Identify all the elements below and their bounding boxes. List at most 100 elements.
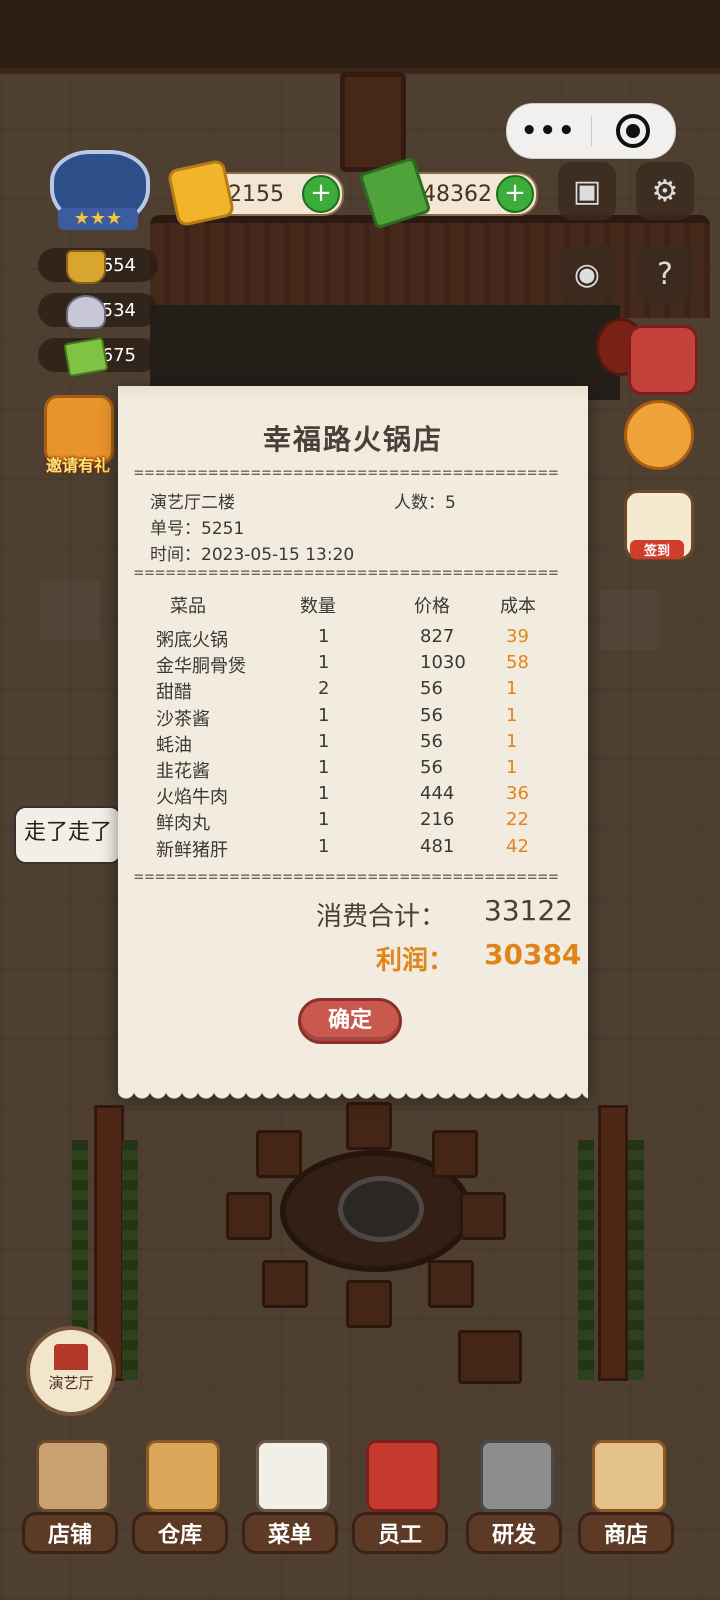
divider: ======================================== — [134, 870, 560, 884]
more-menu-button[interactable]: ••• — [507, 116, 591, 146]
order-time: 时间：2023-05-15 13:20 — [150, 545, 355, 565]
nav-item-warehouse[interactable]: 仓库 — [132, 1440, 228, 1580]
order-item-row: 鲜肉丸 1 216 22 — [118, 809, 588, 835]
cloche-icon — [66, 295, 106, 329]
recipe-book-icon — [63, 336, 109, 378]
order-number: 单号：5251 — [150, 519, 245, 539]
location: 演艺厅二楼 — [150, 493, 235, 513]
restaurant-name: 幸福路火锅店 — [262, 423, 443, 456]
order-item-row: 金华胴骨煲 1 1030 58 — [118, 652, 588, 678]
item-cost: 1 — [506, 678, 518, 700]
customer-speech-bubble: 走了走了 — [14, 806, 122, 864]
eye-icon: ◉ — [573, 256, 601, 292]
item-cost: 58 — [506, 652, 529, 674]
item-price: 827 — [420, 626, 455, 647]
order-item-row: 沙茶酱 1 56 1 — [118, 705, 588, 731]
item-qty: 1 — [318, 835, 330, 857]
nav-item-shop[interactable]: 店铺 — [22, 1440, 118, 1580]
nav-label: 店铺 — [22, 1512, 118, 1554]
nav-label: 员工 — [352, 1512, 448, 1554]
item-price: 1030 — [420, 652, 466, 674]
checkin-label: 签到 — [630, 540, 684, 559]
nav-item-store[interactable]: 商店 — [578, 1440, 674, 1580]
nav-label: 菜单 — [242, 1512, 338, 1554]
camera-icon: ▣ — [572, 173, 602, 209]
divider: ======================================== — [134, 566, 560, 580]
stat-recipes: 9675 — [38, 336, 158, 378]
close-miniprogram-button[interactable] — [592, 114, 676, 148]
stat-dishes: 1534 — [38, 293, 158, 329]
column-header-item: 菜品 — [170, 596, 206, 617]
people-count: 人数：5 — [394, 493, 456, 513]
item-cost: 1 — [506, 730, 518, 752]
item-price: 56 — [420, 730, 443, 752]
wok-icon — [480, 1440, 554, 1512]
column-header-qty: 数量 — [300, 596, 336, 617]
item-name: 粥底火锅 — [156, 630, 228, 651]
item-price: 56 — [420, 678, 443, 700]
nav-label: 仓库 — [132, 1512, 228, 1554]
item-name: 火焰牛肉 — [156, 787, 228, 809]
order-item-row: 韭花酱 1 56 1 — [118, 757, 588, 783]
settings-button[interactable]: ⚙ — [636, 162, 694, 220]
item-cost: 22 — [506, 809, 529, 831]
cash-counter: 648362 + — [358, 156, 538, 230]
temple-icon — [54, 1344, 88, 1370]
order-item-row: 火焰牛肉 1 444 36 — [118, 783, 588, 809]
item-price: 444 — [420, 783, 455, 805]
camera-button[interactable]: ▣ — [558, 162, 616, 220]
gold-counter: 2155 + — [166, 158, 344, 228]
item-name: 韭花酱 — [156, 761, 210, 782]
item-qty: 2 — [318, 678, 330, 700]
nav-item-menu[interactable]: 菜单 — [242, 1440, 338, 1580]
miniprogram-capsule: ••• — [506, 103, 676, 159]
total-value: 33122 — [484, 894, 574, 927]
item-price: 216 — [420, 809, 455, 831]
restaurant-level-badge[interactable]: ★★★ — [38, 150, 156, 232]
item-qty: 1 — [318, 626, 330, 647]
gear-icon: ⚙ — [651, 173, 679, 209]
item-qty: 1 — [318, 730, 330, 752]
item-cost: 1 — [506, 757, 518, 778]
column-header-price: 价格 — [414, 596, 450, 617]
nav-label: 研发 — [466, 1512, 562, 1554]
performance-hall-button[interactable]: 演艺厅 — [26, 1326, 116, 1416]
invite-gift-label: 邀请有礼 — [45, 456, 110, 475]
confirm-button[interactable]: 确定 — [298, 998, 402, 1044]
staff-icon — [366, 1440, 440, 1512]
nav-item-research[interactable]: 研发 — [466, 1440, 562, 1580]
item-name: 甜醋 — [156, 682, 192, 704]
guide-button[interactable]: ? — [636, 245, 694, 303]
target-icon — [616, 114, 651, 148]
warehouse-icon — [146, 1440, 220, 1512]
item-price: 481 — [420, 835, 455, 857]
add-cash-button[interactable]: + — [496, 175, 534, 213]
item-price: 56 — [420, 704, 443, 726]
gold-ingot-icon — [166, 158, 236, 228]
profit-label: 利润： — [376, 946, 455, 976]
receipt-dialog: 幸福路火锅店 =================================… — [118, 386, 588, 1104]
item-qty: 1 — [318, 757, 330, 778]
order-item-row: 甜醋 2 56 1 — [118, 678, 588, 704]
menu-clipboard-icon — [256, 1440, 330, 1512]
item-name: 金华胴骨煲 — [156, 656, 246, 678]
store-icon — [592, 1440, 666, 1512]
question-book-icon: ? — [657, 256, 673, 292]
item-cost: 36 — [506, 783, 529, 805]
add-gold-button[interactable]: + — [302, 175, 340, 213]
item-qty: 1 — [318, 809, 330, 831]
announcement-button[interactable] — [624, 400, 694, 470]
shop-icon — [36, 1440, 110, 1512]
bottom-nav: 店铺 仓库 菜单 员工 研发 商店 — [0, 1420, 720, 1600]
view-button[interactable]: ◉ — [558, 245, 616, 303]
red-book-button[interactable] — [628, 325, 698, 395]
order-item-row: 蚝油 1 56 1 — [118, 731, 588, 757]
profit-value: 30384 — [484, 938, 582, 971]
item-name: 蚝油 — [156, 734, 192, 756]
item-name: 鲜肉丸 — [156, 813, 210, 835]
item-cost: 39 — [506, 626, 529, 647]
item-price: 56 — [420, 757, 443, 778]
nav-item-staff[interactable]: 员工 — [352, 1440, 448, 1580]
column-header-cost: 成本 — [500, 596, 536, 617]
total-label: 消费合计： — [316, 902, 447, 932]
